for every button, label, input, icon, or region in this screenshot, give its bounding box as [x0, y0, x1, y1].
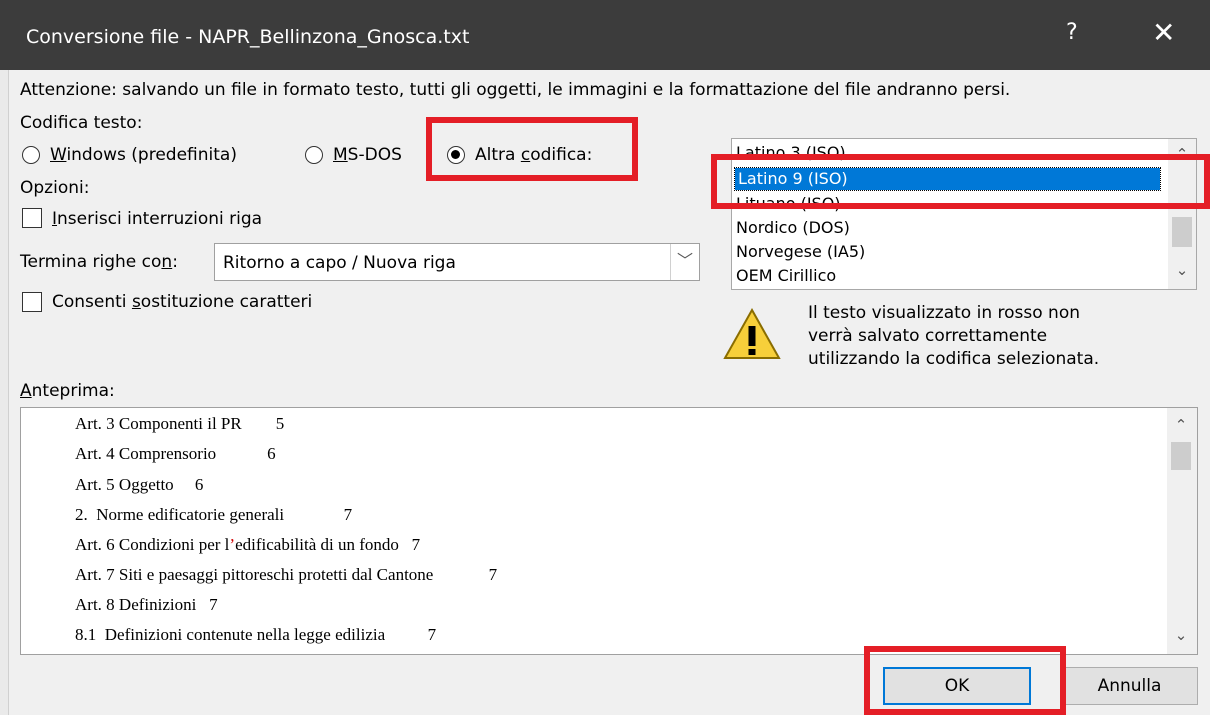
preview-line: 8.1 Definizioni contenute nella legge ed…	[75, 625, 437, 644]
warning-icon	[723, 307, 781, 359]
radio-msdos-label[interactable]: MS-DOS	[333, 145, 402, 165]
scroll-up-icon[interactable]: ⌃	[1167, 416, 1195, 434]
list-item[interactable]: OEM Cirillico	[736, 266, 836, 285]
preview-line: Art. 6 Condizioni per l’edificabilità di…	[75, 535, 421, 554]
options-label: Opzioni:	[20, 178, 90, 198]
notice-text: Il testo visualizzato in rosso non verrà…	[808, 302, 1099, 371]
preview-line: Art. 3 Componenti il PR 5	[75, 414, 285, 433]
preview-line: Art. 8 Definizioni 7	[75, 595, 218, 614]
highlight-selected-encoding	[711, 154, 1210, 209]
list-item[interactable]: Norvegese (IA5)	[736, 242, 865, 261]
line-end-value: Ritorno a capo / Nuova riga	[223, 253, 456, 273]
notice-line-1: Il testo visualizzato in rosso non	[808, 303, 1080, 323]
preview-scrollbar[interactable]: ⌃ ⌄	[1167, 408, 1197, 654]
highlight-ok-button	[864, 646, 1066, 715]
radio-msdos[interactable]	[305, 146, 323, 164]
notice-line-2: verrà salvato correttamente	[808, 326, 1048, 346]
insert-breaks-checkbox[interactable]	[22, 208, 42, 228]
warning-message: Attenzione: salvando un file in formato …	[20, 80, 1011, 100]
encoding-label: Codifica testo:	[20, 113, 143, 133]
close-icon[interactable]: ✕	[1152, 16, 1175, 49]
chevron-down-icon[interactable]: ﹀	[670, 244, 699, 280]
preview-box[interactable]: Art. 3 Componenti il PR 5 Art. 4 Compren…	[20, 407, 1198, 655]
preview-line: Art. 7 Siti e paesaggi pittoreschi prote…	[75, 565, 498, 584]
insert-breaks-label[interactable]: Inserisci interruzioni riga	[52, 209, 262, 229]
preview-line: Art. 4 Comprensorio 6	[75, 444, 276, 463]
list-item[interactable]: Nordico (DOS)	[736, 218, 850, 237]
cancel-button[interactable]: Annulla	[1061, 667, 1198, 705]
notice-line-3: utilizzando la codifica selezionata.	[808, 349, 1100, 369]
radio-windows[interactable]	[22, 146, 40, 164]
radio-windows-label[interactable]: Windows (predefinita)	[50, 145, 237, 165]
window-title: Conversione file - NAPR_Bellinzona_Gnosc…	[26, 26, 470, 48]
help-button[interactable]: ?	[1066, 20, 1078, 45]
preview-label: Anteprima:	[20, 381, 115, 401]
preview-line: Art. 5 Oggetto 6	[75, 475, 204, 494]
scroll-thumb[interactable]	[1172, 217, 1192, 247]
line-end-dropdown[interactable]: Ritorno a capo / Nuova riga ﹀	[214, 243, 700, 281]
allow-substitution-checkbox[interactable]	[22, 292, 42, 312]
scroll-down-icon[interactable]: ⌄	[1168, 261, 1196, 279]
highlight-other-encoding	[426, 117, 638, 181]
title-bar: Conversione file - NAPR_Bellinzona_Gnosc…	[0, 0, 1210, 70]
preview-line: 2. Norme edificatorie generali 7	[75, 505, 353, 524]
line-end-label: Termina righe con:	[20, 252, 178, 272]
scroll-down-icon[interactable]: ⌄	[1167, 626, 1195, 644]
window-left-edge	[0, 70, 9, 715]
scroll-thumb[interactable]	[1171, 442, 1191, 470]
allow-substitution-label[interactable]: Consenti sostituzione caratteri	[52, 292, 312, 312]
